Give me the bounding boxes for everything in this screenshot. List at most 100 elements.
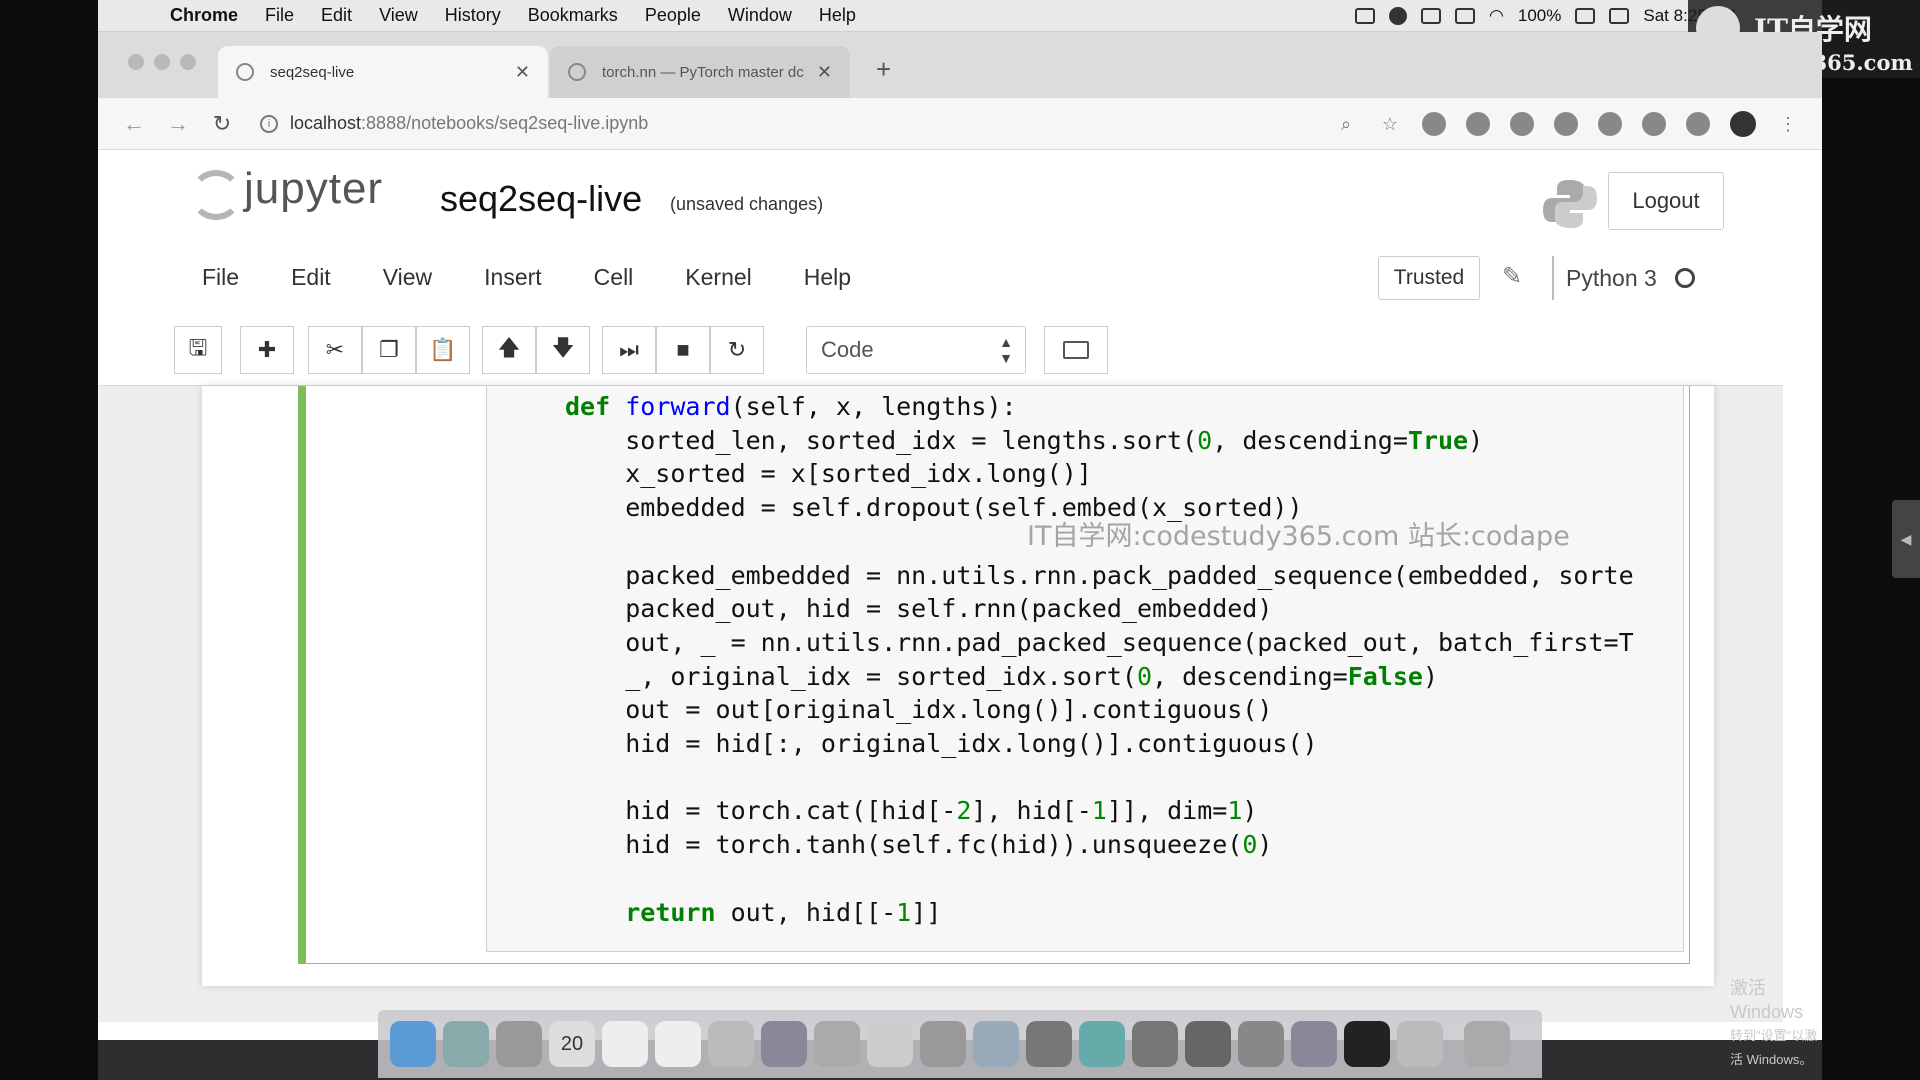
cell-type-value: Code: [821, 337, 874, 362]
trash-icon[interactable]: [1464, 1021, 1510, 1067]
terminal-icon[interactable]: [1344, 1021, 1390, 1067]
jmenu-file[interactable]: File: [202, 264, 239, 291]
pen-tool-icon[interactable]: [1185, 1021, 1231, 1067]
floppy-icon: 🖫: [188, 335, 208, 360]
extension-icon[interactable]: [1510, 112, 1534, 136]
profile-avatar[interactable]: [1730, 111, 1756, 137]
save-button[interactable]: 🖫: [174, 326, 222, 374]
finder-icon[interactable]: [390, 1021, 436, 1067]
forward-arrow-icon[interactable]: →: [156, 111, 200, 137]
extension-icon[interactable]: [1686, 112, 1710, 136]
run-button[interactable]: ⏭: [602, 326, 656, 374]
insert-cell-button[interactable]: ✚: [240, 326, 294, 374]
code-cell[interactable]: def forward(self, x, lengths): sorted_le…: [298, 386, 1690, 964]
trusted-indicator[interactable]: Trusted: [1378, 256, 1480, 300]
extension-icon[interactable]: [1422, 112, 1446, 136]
notes-icon[interactable]: [602, 1021, 648, 1067]
jmenu-edit[interactable]: Edit: [291, 264, 331, 291]
app-store-icon[interactable]: [973, 1021, 1019, 1067]
jupyter-orb-icon: [188, 160, 242, 220]
cloud-icon[interactable]: [1389, 6, 1408, 25]
extension-icon[interactable]: [1554, 112, 1578, 136]
menu-item-help[interactable]: Help: [819, 5, 856, 26]
code-editor[interactable]: def forward(self, x, lengths): sorted_le…: [486, 386, 1684, 952]
jupyter-page: jupyter seq2seq-live (unsaved changes) L…: [98, 150, 1783, 1022]
menu-item-history[interactable]: History: [445, 5, 501, 26]
menu-item-bookmarks[interactable]: Bookmarks: [528, 5, 618, 26]
chrome-icon[interactable]: [496, 1021, 542, 1067]
input-method-icon[interactable]: [1455, 7, 1476, 24]
close-window-button[interactable]: [128, 54, 144, 70]
minimize-window-button[interactable]: [154, 54, 170, 70]
menu-item-view[interactable]: View: [379, 5, 418, 26]
menu-item-file[interactable]: File: [265, 5, 294, 26]
display-icon[interactable]: [1355, 7, 1376, 24]
messages-icon[interactable]: [814, 1021, 860, 1067]
notebook-title[interactable]: seq2seq-live: [440, 178, 642, 220]
jmenu-kernel[interactable]: Kernel: [685, 264, 751, 291]
anaconda-icon[interactable]: [1291, 1021, 1337, 1067]
windows-activation-notice: 激活 Windows 转到"设置"以激活 Windows。: [1730, 976, 1822, 1072]
wifi-icon[interactable]: ◠: [1489, 6, 1504, 26]
jmenu-help[interactable]: Help: [804, 264, 851, 291]
close-tab-icon[interactable]: ✕: [515, 62, 530, 83]
kernel-idle-icon: [1674, 268, 1695, 288]
reload-icon[interactable]: ↻: [200, 111, 244, 137]
url-field[interactable]: i localhost:8888/notebooks/seq2seq-live.…: [260, 113, 648, 134]
tab-seq2seq-live[interactable]: seq2seq-live ✕: [218, 46, 548, 98]
extension-icon[interactable]: [1642, 112, 1666, 136]
maximize-window-button[interactable]: [180, 54, 196, 70]
bookmark-star-icon[interactable]: ☆: [1378, 112, 1402, 136]
pencil-icon[interactable]: ✎: [1502, 262, 1522, 291]
menu-item-people[interactable]: People: [645, 5, 701, 26]
side-panel-handle[interactable]: ◀: [1892, 500, 1920, 578]
move-down-button[interactable]: 🡇: [536, 326, 590, 374]
code-text[interactable]: def forward(self, x, lengths): sorted_le…: [487, 386, 1683, 929]
save-status: (unsaved changes): [670, 194, 824, 214]
screen-record-icon[interactable]: [1421, 7, 1442, 24]
pycharm-icon[interactable]: [1132, 1021, 1178, 1067]
logout-button[interactable]: Logout: [1608, 172, 1724, 230]
system-preferences-gear-icon[interactable]: [1026, 1021, 1072, 1067]
battery-icon[interactable]: [1575, 7, 1596, 24]
tab-torch-nn-docs[interactable]: torch.nn — PyTorch master dc ✕: [550, 46, 850, 98]
restart-button[interactable]: ↻: [710, 326, 764, 374]
skype-status-icon[interactable]: [1609, 7, 1630, 24]
interrupt-button[interactable]: ■: [656, 326, 710, 374]
kebab-menu-icon[interactable]: ⋮: [1776, 112, 1800, 136]
cut-button[interactable]: ✂: [308, 326, 362, 374]
calendar-icon[interactable]: 20: [549, 1021, 595, 1067]
plus-icon: ✚: [257, 337, 277, 362]
menu-item-window[interactable]: Window: [728, 5, 792, 26]
jmenu-view[interactable]: View: [383, 264, 432, 291]
jmenu-cell[interactable]: Cell: [594, 264, 634, 291]
desktop-left-edge: [0, 0, 98, 1080]
menu-app-name[interactable]: Chrome: [170, 5, 238, 26]
zoom-icon[interactable]: ⌕: [1334, 112, 1358, 136]
books-icon[interactable]: [920, 1021, 966, 1067]
menu-item-edit[interactable]: Edit: [321, 5, 352, 26]
extension-icon[interactable]: [1466, 112, 1490, 136]
reminders-icon[interactable]: [655, 1021, 701, 1067]
photos-icon[interactable]: [708, 1021, 754, 1067]
notebook-area: def forward(self, x, lengths): sorted_le…: [98, 386, 1783, 1022]
move-up-button[interactable]: 🡅: [482, 326, 536, 374]
opera-icon[interactable]: [1238, 1021, 1284, 1067]
back-arrow-icon[interactable]: ←: [112, 111, 156, 137]
close-tab-icon[interactable]: ✕: [817, 62, 832, 83]
keyboard-icon: [1063, 341, 1089, 359]
info-icon[interactable]: i: [260, 114, 278, 133]
jmenu-insert[interactable]: Insert: [484, 264, 542, 291]
extension-icon[interactable]: [1598, 112, 1622, 136]
jupyter-logo[interactable]: jupyter: [188, 160, 383, 220]
paste-button[interactable]: 📋: [416, 326, 470, 374]
pages-icon[interactable]: [867, 1021, 913, 1067]
skype-icon[interactable]: [1079, 1021, 1125, 1067]
cloud-app-icon[interactable]: [1397, 1021, 1443, 1067]
copy-button[interactable]: ❐: [362, 326, 416, 374]
mail-icon[interactable]: [761, 1021, 807, 1067]
cell-type-select[interactable]: Code ▲ ▼: [806, 326, 1026, 374]
new-tab-button[interactable]: +: [876, 54, 891, 85]
launchpad-rocket-icon[interactable]: [443, 1021, 489, 1067]
command-palette-button[interactable]: [1044, 326, 1108, 374]
